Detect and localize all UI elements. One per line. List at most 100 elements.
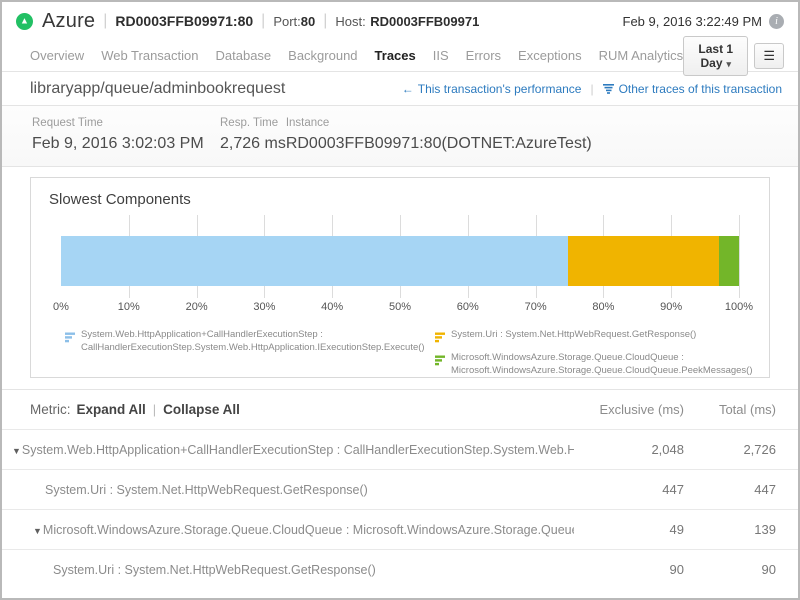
separator: |: [261, 12, 265, 30]
total-ms-value: 139: [684, 522, 776, 537]
summary-label: Request Time: [32, 117, 220, 129]
axis-tick-label: 100%: [725, 301, 753, 313]
nav-tab[interactable]: RUM Analytics: [599, 48, 684, 63]
summary-label: Resp. Time: [220, 117, 286, 129]
nav-tab[interactable]: IIS: [433, 48, 449, 63]
host-value: RD0003FFB09971: [370, 14, 479, 29]
table-row: ▼System.Web.HttpApplication+CallHandlerE…: [2, 429, 798, 469]
summary-label: Instance: [286, 117, 592, 129]
series-bars-icon: [435, 330, 446, 348]
transaction-performance-link[interactable]: ← This transaction's performance: [402, 82, 582, 96]
legend-label: Microsoft.WindowsAzure.Storage.Queue.Clo…: [451, 351, 753, 378]
legend-label: System.Uri : System.Net.HttpWebRequest.G…: [451, 328, 696, 348]
instance-name: RD0003FFB09971:80: [115, 13, 253, 29]
summary-field: Request Time Feb 9, 2016 3:02:03 PM: [32, 117, 220, 153]
table-row: System.Uri : System.Net.HttpWebRequest.G…: [2, 469, 798, 509]
app-name: Azure: [42, 10, 95, 33]
axis-tick-label: 20%: [186, 301, 208, 313]
menu-button[interactable]: ☰: [754, 43, 784, 69]
table-row: ▼Microsoft.WindowsAzure.Storage.Queue.Cl…: [2, 509, 798, 549]
trace-summary: Request Time Feb 9, 2016 3:02:03 PM Resp…: [2, 106, 798, 167]
header-divider: |: [153, 402, 156, 417]
gridline: [739, 215, 740, 298]
nav-tab[interactable]: Overview: [30, 48, 84, 63]
bar-segment: [568, 236, 719, 286]
separator: |: [323, 12, 327, 30]
axis-tick-label: 80%: [592, 301, 614, 313]
total-ms-value: 447: [684, 482, 776, 497]
time-range-button[interactable]: Last 1 Day▾: [683, 36, 748, 76]
other-traces-link[interactable]: Other traces of this transaction: [603, 82, 782, 96]
slowest-components-panel: Slowest Components 0% 10% 20% 30% 40% 50% 60% 7…: [30, 177, 770, 378]
axis-tick-label: 30%: [253, 301, 275, 313]
expand-arrow-icon[interactable]: ▼: [33, 526, 42, 536]
nav-tab[interactable]: Traces: [375, 48, 416, 63]
nav-tab[interactable]: Background: [288, 48, 357, 63]
summary-field: Resp. Time 2,726 ms: [220, 117, 286, 153]
axis-tick-label: 50%: [389, 301, 411, 313]
bar-segment: [61, 236, 568, 286]
series-bars-icon: [435, 353, 446, 378]
nav-bar: Overview Web Transaction Database Backgr…: [2, 40, 798, 72]
total-ms-value: 2,726: [684, 442, 776, 457]
axis-tick-label: 0%: [53, 301, 69, 313]
axis-tick-label: 90%: [660, 301, 682, 313]
legend-label: System.Web.HttpApplication+CallHandlerEx…: [81, 328, 425, 355]
metric-name: System.Uri : System.Net.HttpWebRequest.G…: [2, 563, 574, 577]
metric-table: ▼System.Web.HttpApplication+CallHandlerE…: [2, 429, 798, 589]
transaction-name: libraryapp/queue/adminbookrequest: [30, 80, 285, 98]
nav-tabs: Overview Web Transaction Database Backgr…: [30, 48, 683, 63]
summary-field: Instance RD0003FFB09971:80(DOTNET:AzureT…: [286, 117, 592, 153]
stacked-bar-chart: [61, 215, 739, 298]
bar-segment: [719, 236, 739, 286]
summary-value: RD0003FFB09971:80(DOTNET:AzureTest): [286, 135, 592, 153]
expand-all-link[interactable]: Expand All: [77, 402, 146, 417]
metric-name: ▼Microsoft.WindowsAzure.Storage.Queue.Cl…: [2, 523, 574, 537]
exclusive-ms-value: 2,048: [574, 442, 684, 457]
legend-entry: System.Web.HttpApplication+CallHandlerEx…: [65, 328, 435, 355]
chart-legend: System.Web.HttpApplication+CallHandlerEx…: [31, 316, 769, 381]
exclusive-ms-value: 447: [574, 482, 684, 497]
left-arrow-icon: ←: [402, 82, 414, 96]
separator: |: [103, 12, 107, 30]
nav-tab[interactable]: Web Transaction: [101, 48, 198, 63]
summary-value: 2,726 ms: [220, 135, 286, 153]
link-divider: |: [590, 82, 593, 96]
metric-name: System.Uri : System.Net.HttpWebRequest.G…: [2, 483, 574, 497]
table-row: System.Uri : System.Net.HttpWebRequest.G…: [2, 549, 798, 589]
host-label: Host:: [335, 14, 365, 29]
port-label: Port:: [273, 14, 300, 29]
legend-entry: Microsoft.WindowsAzure.Storage.Queue.Clo…: [435, 351, 769, 378]
legend-entry: System.Uri : System.Net.HttpWebRequest.G…: [435, 328, 769, 348]
expand-arrow-icon[interactable]: ▼: [12, 446, 21, 456]
component-bar: [61, 236, 739, 286]
port-value: 80: [301, 14, 315, 29]
hamburger-icon: ☰: [763, 48, 775, 63]
metric-table-header: Metric: Expand All | Collapse All Exclus…: [2, 389, 798, 429]
axis-tick-label: 60%: [457, 301, 479, 313]
summary-value: Feb 9, 2016 3:02:03 PM: [32, 135, 220, 153]
header-timestamp: Feb 9, 2016 3:22:49 PM: [623, 14, 762, 29]
axis-tick-label: 70%: [525, 301, 547, 313]
nav-tab[interactable]: Errors: [466, 48, 501, 63]
total-ms-value: 90: [684, 562, 776, 577]
series-bars-icon: [65, 330, 76, 355]
transaction-row: libraryapp/queue/adminbookrequest ← This…: [2, 72, 798, 106]
exclusive-ms-value: 90: [574, 562, 684, 577]
column-header-total: Total (ms): [684, 402, 776, 417]
axis-tick-label: 40%: [321, 301, 343, 313]
info-icon[interactable]: i: [769, 14, 784, 29]
nav-tab[interactable]: Database: [216, 48, 272, 63]
chevron-down-icon: ▾: [727, 59, 732, 69]
axis-tick-label: 10%: [118, 301, 140, 313]
chart-title: Slowest Components: [31, 178, 769, 208]
collapse-all-link[interactable]: Collapse All: [163, 402, 240, 417]
app-header: ▲ Azure | RD0003FFB09971:80 | Port:80 | …: [2, 2, 798, 40]
metric-name: ▼System.Web.HttpApplication+CallHandlerE…: [2, 443, 574, 457]
trace-list-icon: [603, 84, 615, 94]
app-status-icon: ▲: [16, 13, 33, 30]
nav-tab[interactable]: Exceptions: [518, 48, 582, 63]
exclusive-ms-value: 49: [574, 522, 684, 537]
x-axis: 0%10%20%30%40%50%60%70%80%90%100%: [61, 301, 739, 316]
column-header-exclusive: Exclusive (ms): [574, 402, 684, 417]
